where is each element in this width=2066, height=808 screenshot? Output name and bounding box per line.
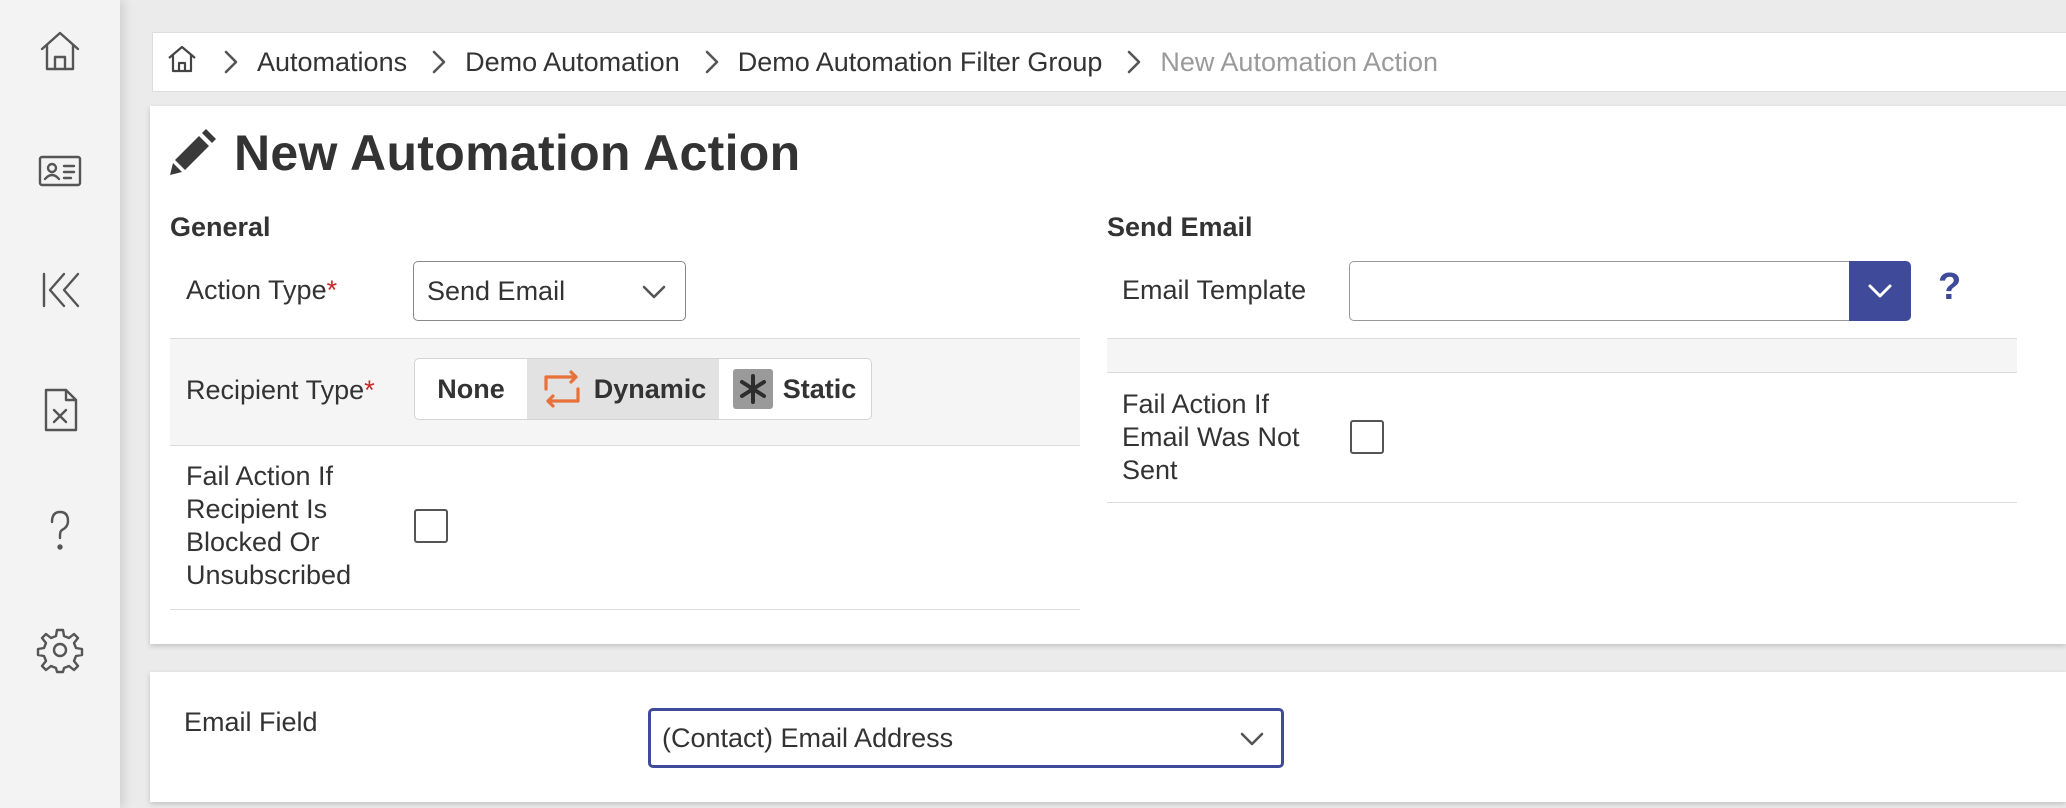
fail-blocked-label-line: Unsubscribed (186, 560, 352, 590)
general-heading: General (170, 212, 271, 242)
chevron-right-icon (700, 48, 724, 76)
action-type-value: Send Email (427, 275, 566, 306)
home-icon (168, 45, 196, 72)
breadcrumb-filter-group[interactable]: Demo Automation Filter Group (738, 47, 1103, 78)
contact-card-icon (38, 155, 82, 187)
email-template-label: Email Template (1122, 275, 1307, 305)
breadcrumb-home-link[interactable] (165, 42, 199, 83)
fail-blocked-label-line: Blocked Or (186, 527, 320, 557)
email-template-dropdown-button[interactable] (1849, 261, 1911, 321)
fail-not-sent-label-line: Fail Action If (1122, 389, 1270, 419)
required-marker: * (364, 375, 375, 405)
excel-file-icon (44, 388, 78, 432)
spacer-row (1107, 339, 2017, 372)
sidebar (0, 0, 120, 808)
recipient-dynamic-label: Dynamic (593, 373, 707, 404)
divider (1107, 502, 2017, 503)
recipient-none-button[interactable]: None (415, 359, 527, 419)
required-marker: * (326, 275, 338, 305)
sidebar-item-home[interactable] (30, 21, 90, 81)
email-field-label: Email Field (184, 707, 318, 737)
chevron-right-icon (427, 48, 451, 76)
breadcrumb-automations[interactable]: Automations (257, 47, 407, 78)
question-icon (50, 510, 70, 550)
fail-not-sent-label: Fail Action If Email Was Not Sent (1122, 388, 1300, 487)
recipient-type-label: Recipient Type* (186, 374, 375, 407)
recipient-static-label: Static (782, 373, 857, 404)
sidebar-item-history[interactable] (30, 260, 90, 320)
email-field-select[interactable]: (Contact) Email Address (648, 708, 1284, 768)
fail-blocked-label-line: Fail Action If (186, 461, 334, 491)
breadcrumb-current: New Automation Action (1160, 46, 1439, 77)
recipient-type-label-text: Recipient Type (186, 375, 365, 405)
fail-blocked-label: Fail Action If Recipient Is Blocked Or U… (186, 460, 351, 592)
action-type-label-text: Action Type (186, 275, 327, 305)
page-title: New Automation Action (234, 125, 801, 181)
sidebar-item-settings[interactable] (30, 620, 90, 680)
recipient-none-label: None (437, 373, 505, 404)
asterisk-icon (732, 369, 773, 409)
email-field-card: Email Field (Contact) Email Address (150, 672, 2066, 802)
help-icon[interactable]: ? (1938, 266, 1961, 309)
action-type-select[interactable]: Send Email (413, 261, 686, 321)
recipient-type-toggle: None Dynamic Static (414, 358, 872, 420)
chevron-down-icon (1868, 284, 1892, 298)
email-template-input[interactable] (1349, 261, 1849, 321)
action-type-label: Action Type* (186, 274, 337, 307)
recipient-dynamic-button[interactable]: Dynamic (527, 359, 719, 419)
divider (170, 445, 1080, 446)
chevron-right-icon (1122, 48, 1146, 76)
action-form-card: New Automation Action General Action Typ… (150, 106, 2066, 644)
breadcrumb: Automations Demo Automation Demo Automat… (152, 32, 2066, 92)
breadcrumb-demo-automation[interactable]: Demo Automation (465, 47, 680, 78)
send-email-heading: Send Email (1107, 212, 1253, 242)
fail-blocked-checkbox[interactable] (414, 509, 448, 543)
swap-arrows-icon (540, 369, 584, 409)
pencil-icon (168, 125, 220, 182)
fail-not-sent-checkbox[interactable] (1350, 420, 1384, 454)
chevron-down-icon (1238, 729, 1266, 749)
email-field-value: (Contact) Email Address (662, 722, 954, 753)
recipient-static-button[interactable]: Static (719, 359, 870, 419)
divider (170, 609, 1080, 610)
fail-not-sent-label-line: Sent (1122, 455, 1178, 485)
chevron-right-icon (219, 48, 243, 76)
sidebar-item-reports[interactable] (30, 380, 90, 440)
chevron-down-icon (640, 282, 668, 302)
home-icon (40, 31, 80, 71)
sidebar-item-help[interactable] (30, 500, 90, 560)
page-header: New Automation Action (168, 124, 800, 182)
fail-blocked-label-line: Recipient Is (186, 494, 328, 524)
rewind-icon (42, 272, 80, 308)
divider (1107, 372, 2017, 373)
sidebar-item-contacts[interactable] (30, 141, 90, 201)
gear-icon (36, 628, 84, 674)
fail-not-sent-label-line: Email Was Not (1122, 422, 1300, 452)
